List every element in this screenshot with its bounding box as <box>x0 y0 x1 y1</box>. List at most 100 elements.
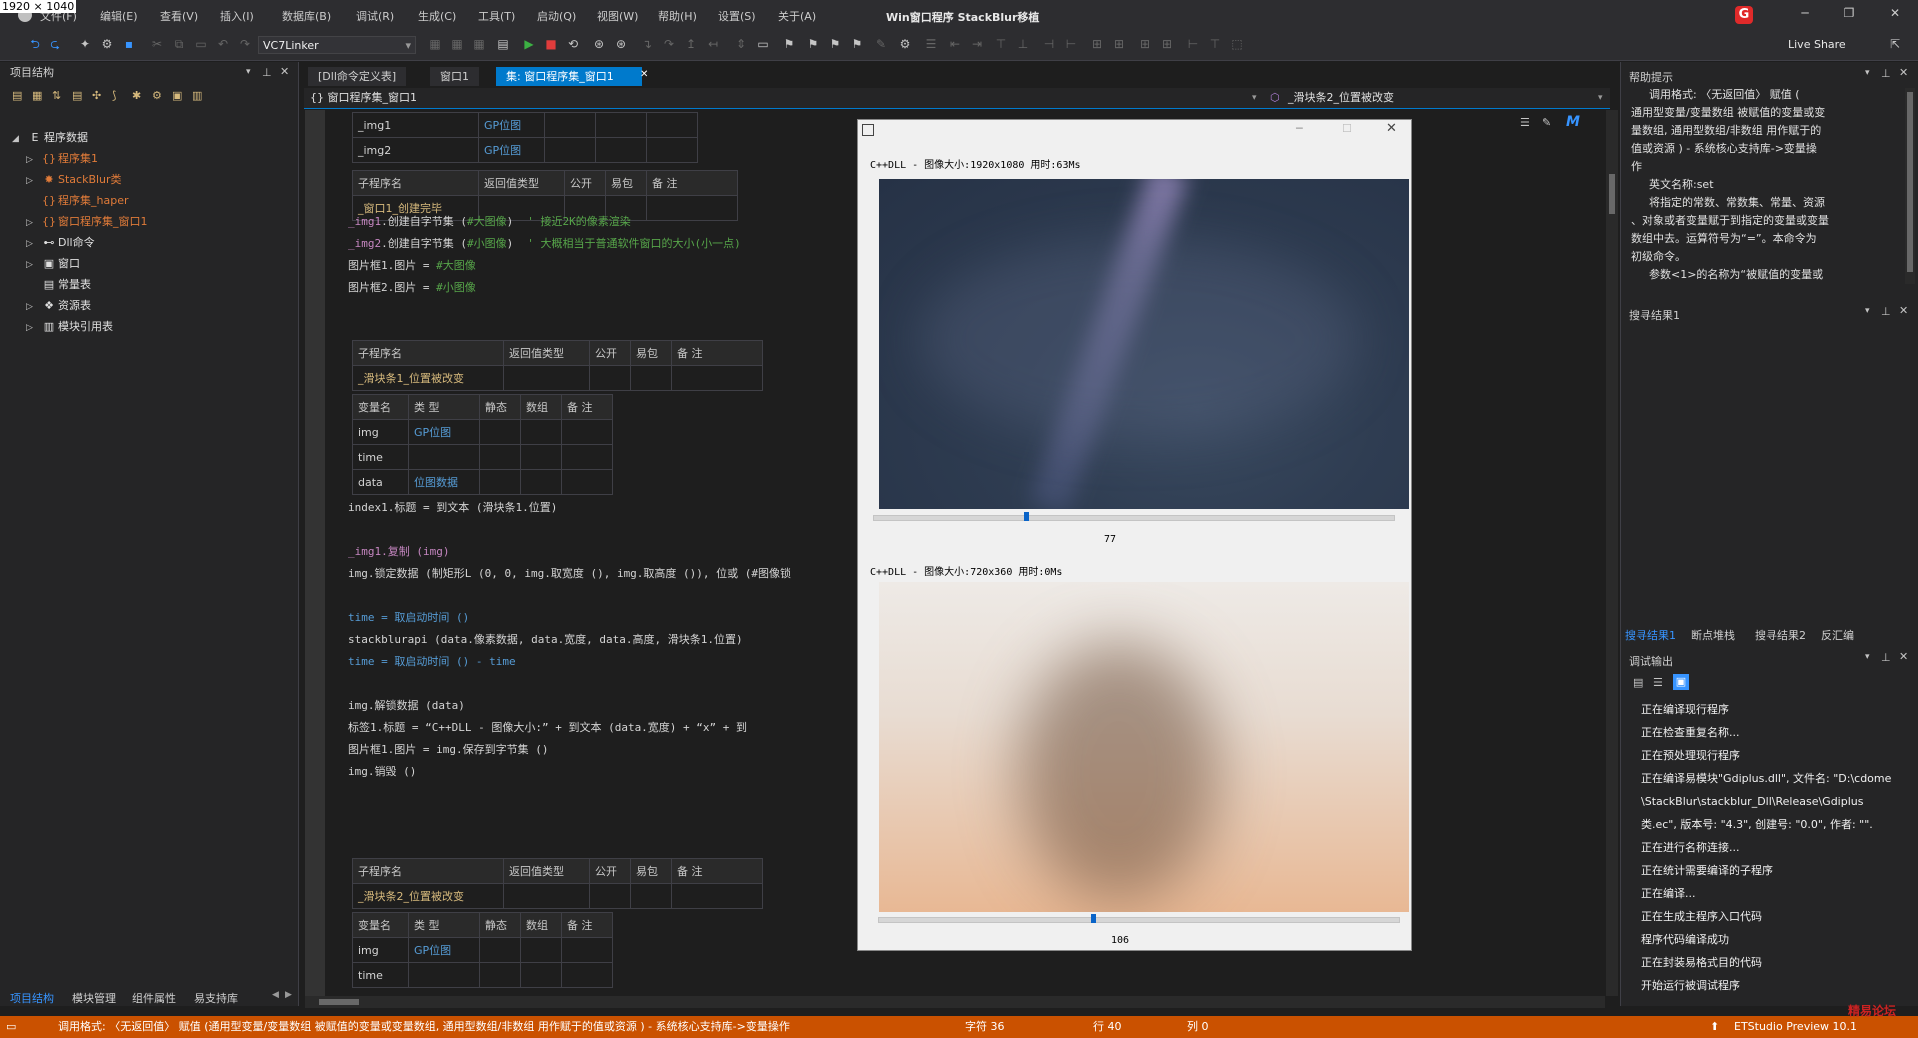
menu-item[interactable]: 视图(W) <box>597 8 638 24</box>
search-result-tab[interactable]: 反汇编 <box>1821 627 1854 643</box>
file-icon[interactable]: ▤ <box>496 37 510 51</box>
popup-maximize-button[interactable]: ☐ <box>1342 122 1352 135</box>
table-cell[interactable] <box>671 365 763 391</box>
popup-minimize-button[interactable]: ─ <box>1296 122 1303 135</box>
table-cell[interactable] <box>646 195 738 221</box>
tab-prev-icon[interactable]: ◀ <box>272 990 279 1000</box>
code-line[interactable]: img.锁定数据 (制矩形L (0, 0, img.取宽度 (), img.取高… <box>348 564 791 584</box>
table-cell[interactable] <box>561 419 613 445</box>
table-cell[interactable]: time <box>352 962 409 988</box>
table-cell[interactable]: img <box>352 419 409 445</box>
indent-icon[interactable]: ⇤ <box>948 37 962 51</box>
code-line[interactable]: index1.标题 = 到文本 (滑块条1.位置) <box>348 498 557 518</box>
tree-item[interactable]: ▷ ▥ 模块引用表 <box>26 317 113 337</box>
path-right-dropdown-icon[interactable]: ▾ <box>1598 88 1603 108</box>
flag-icon[interactable]: ⚑ <box>782 37 796 51</box>
table-cell[interactable] <box>561 937 613 963</box>
table-cell[interactable]: img <box>352 937 409 963</box>
search-result-tab[interactable]: 断点堆栈 <box>1691 627 1735 643</box>
table-cell[interactable]: GP位图 <box>478 112 545 138</box>
left-bottom-tab[interactable]: 组件属性 <box>132 990 176 1006</box>
menu-item[interactable]: 关于(A) <box>778 8 816 24</box>
table-cell[interactable] <box>520 937 562 963</box>
table-cell[interactable] <box>408 962 480 988</box>
table-cell[interactable]: GP位图 <box>478 137 545 163</box>
minimize-button[interactable]: ─ <box>1790 6 1820 24</box>
document-tab[interactable]: 窗口1 <box>430 67 479 86</box>
code-line[interactable]: stackblurapi (data.像素数据, data.宽度, data.高… <box>348 630 743 650</box>
tree-item[interactable]: ▷{} 窗口程序集_窗口1 <box>26 212 148 232</box>
editor-m-icon[interactable]: M <box>1566 114 1580 130</box>
panel-dropdown-icon[interactable]: ▾ <box>246 67 251 77</box>
tree-item[interactable]: ▤ 常量表 <box>26 275 91 295</box>
table-cell[interactable]: 备 注 <box>646 170 738 196</box>
project-tool-icon[interactable]: ⟆ <box>112 89 116 102</box>
attach-icon[interactable]: ⊛ <box>592 37 606 51</box>
publish-icon[interactable]: ▦ <box>472 37 486 51</box>
table-cell[interactable]: 备 注 <box>671 858 763 884</box>
table-cell[interactable] <box>479 419 521 445</box>
code-line[interactable]: img.解锁数据 (data) <box>348 696 465 716</box>
new-project-icon[interactable]: ✦ <box>78 37 92 51</box>
compile-icon[interactable]: ▦ <box>428 37 442 51</box>
table-cell[interactable]: 位图数据 <box>408 469 480 495</box>
table-cell[interactable]: 返回值类型 <box>503 858 590 884</box>
expand-icon[interactable]: ▷ <box>26 297 40 317</box>
same-width-icon[interactable]: ⊢ <box>1186 37 1200 51</box>
folder-icon[interactable]: ▭ <box>756 37 770 51</box>
table-cell[interactable]: _滑块条1_位置被改变 <box>352 365 504 391</box>
code-line[interactable]: 图片框1.图片 = #大图像 <box>348 256 490 276</box>
menu-item[interactable]: 插入(I) <box>220 8 254 24</box>
run-icon[interactable]: ▶ <box>522 37 536 51</box>
table-cell[interactable] <box>520 469 562 495</box>
slider2-track[interactable] <box>878 917 1400 923</box>
table-cell[interactable]: 子程序名 <box>352 340 504 366</box>
menu-item[interactable]: 设置(S) <box>718 8 756 24</box>
forward-icon[interactable]: ⮎ <box>48 37 62 51</box>
table-cell[interactable] <box>646 137 698 163</box>
stop-icon[interactable]: ■ <box>544 37 558 51</box>
table-cell[interactable]: _滑块条2_位置被改变 <box>352 883 504 909</box>
table-cell[interactable] <box>561 962 613 988</box>
table-cell[interactable]: 静态 <box>479 912 521 938</box>
align-right-icon[interactable]: ⊢ <box>1064 37 1078 51</box>
menu-item[interactable]: 数据库(B) <box>282 8 331 24</box>
expand-icon[interactable]: ▷ <box>26 318 40 338</box>
table-cell[interactable]: 易包 <box>630 340 672 366</box>
table-cell[interactable] <box>479 962 521 988</box>
project-tool-icon[interactable]: ✱ <box>132 89 141 102</box>
table-cell[interactable]: data <box>352 469 409 495</box>
step-over-icon[interactable]: ↷ <box>662 37 676 51</box>
table-cell[interactable]: 公开 <box>589 340 631 366</box>
code-line[interactable]: time = 取启动时间 () <box>348 608 469 628</box>
search-dropdown-icon[interactable]: ▾ <box>1865 306 1870 316</box>
table-cell[interactable] <box>589 365 631 391</box>
table-cell[interactable]: 返回值类型 <box>503 340 590 366</box>
bookmark-clear-icon[interactable]: ⚑ <box>850 37 864 51</box>
table-cell[interactable]: 备 注 <box>671 340 763 366</box>
panel-close-icon[interactable]: ✕ <box>280 65 289 78</box>
path-right[interactable]: _滑块条2_位置被改变 <box>1288 88 1394 108</box>
table-cell[interactable]: 类 型 <box>408 912 480 938</box>
code-line[interactable]: 标签1.标题 = “C++DLL - 图像大小:” + 到文本 (data.宽度… <box>348 718 747 738</box>
table-cell[interactable] <box>503 883 590 909</box>
table-cell[interactable] <box>479 469 521 495</box>
table-cell[interactable] <box>671 883 763 909</box>
table-cell[interactable]: GP位图 <box>408 419 480 445</box>
table-cell[interactable] <box>595 112 647 138</box>
project-tool-icon[interactable]: ✣ <box>92 89 101 102</box>
tree-item[interactable]: ▷ ✸ StackBlur类 <box>26 170 122 190</box>
table-cell[interactable]: 变量名 <box>352 912 409 938</box>
expand-icon[interactable]: ▷ <box>26 213 40 233</box>
step-out-icon[interactable]: ↥ <box>684 37 698 51</box>
left-bottom-tab[interactable]: 易支持库 <box>194 990 238 1006</box>
align-top-icon[interactable]: ⊤ <box>994 37 1008 51</box>
tree-item[interactable]: ▷ ▣ 窗口 <box>26 254 80 274</box>
table-cell[interactable] <box>595 137 647 163</box>
maximize-button[interactable]: ❐ <box>1834 6 1864 24</box>
table-cell[interactable]: 静态 <box>479 394 521 420</box>
wrench-icon[interactable]: ✎ <box>874 37 888 51</box>
table-cell[interactable] <box>589 883 631 909</box>
table-cell[interactable]: _img1 <box>352 112 479 138</box>
save-icon[interactable]: ▪ <box>122 37 136 51</box>
